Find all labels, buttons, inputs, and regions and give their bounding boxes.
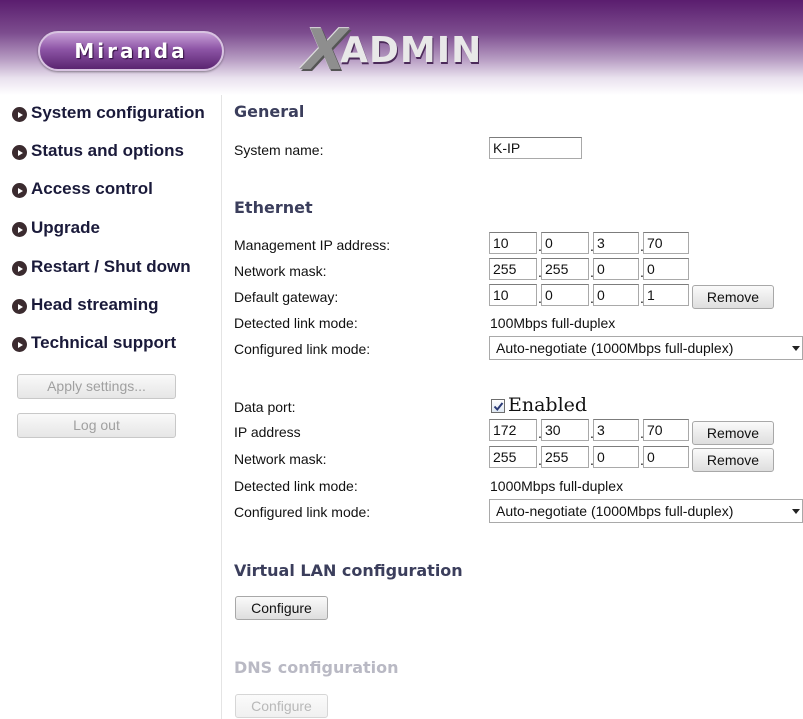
management-ip-label: Management IP address:	[234, 237, 391, 253]
data-netmask-octet-3[interactable]: 0	[593, 446, 639, 468]
checkmark-icon	[493, 401, 503, 411]
data-port-enabled-checkbox[interactable]	[491, 399, 505, 413]
mgmt-ip-octet-3[interactable]: 3	[593, 232, 639, 254]
arrow-bullet-icon	[12, 107, 27, 122]
data-detected-link-value: 1000Mbps full-duplex	[490, 478, 624, 494]
app-header: Miranda X ADMIN	[0, 0, 803, 95]
ethernet-configured-link-label: Configured link mode:	[234, 341, 371, 357]
ethernet-link-mode-select[interactable]: Auto-negotiate (1000Mbps full-duplex)	[489, 336, 803, 360]
data-ip-label: IP address	[234, 424, 301, 440]
select-value: Auto-negotiate (1000Mbps full-duplex)	[496, 340, 734, 356]
enabled-checkbox-label: Enabled	[508, 394, 588, 416]
netmask-octet-3[interactable]: 0	[593, 258, 639, 280]
arrow-bullet-icon	[12, 222, 27, 237]
sidebar-item-upgrade[interactable]: Upgrade	[12, 217, 100, 239]
remove-data-ip-button[interactable]: Remove	[692, 421, 774, 445]
remove-gateway-button[interactable]: Remove	[692, 285, 774, 309]
gateway-octet-2[interactable]: 0	[541, 284, 589, 306]
ethernet-netmask-label: Network mask:	[234, 263, 327, 279]
log-out-button[interactable]: Log out	[17, 413, 176, 438]
data-configured-link-label: Configured link mode:	[234, 504, 371, 520]
brand-name: Miranda	[74, 39, 188, 63]
default-gateway-label: Default gateway:	[234, 289, 339, 305]
sidebar-item-restart-shut-down[interactable]: Restart / Shut down	[12, 256, 191, 278]
sidebar-item-status-and-options[interactable]: Status and options	[12, 140, 184, 162]
ethernet-section-title: Ethernet	[234, 198, 313, 217]
mgmt-ip-octet-2[interactable]: 0	[541, 232, 589, 254]
data-ip-octet-3[interactable]: 3	[593, 419, 639, 441]
sidebar-item-technical-support[interactable]: Technical support	[12, 332, 176, 354]
netmask-octet-2[interactable]: 255	[541, 258, 589, 280]
gateway-octet-4[interactable]: 1	[643, 284, 689, 306]
arrow-bullet-icon	[12, 183, 27, 198]
remove-data-netmask-button[interactable]: Remove	[692, 448, 774, 472]
xadmin-logo: X ADMIN	[295, 18, 483, 83]
data-netmask-octet-2[interactable]: 255	[541, 446, 589, 468]
data-link-mode-select[interactable]: Auto-negotiate (1000Mbps full-duplex)	[489, 499, 803, 523]
sidebar-item-head-streaming[interactable]: Head streaming	[12, 294, 159, 316]
ethernet-detected-link-value: 100Mbps full-duplex	[490, 315, 616, 331]
data-ip-octet-2[interactable]: 30	[541, 419, 589, 441]
arrow-bullet-icon	[12, 261, 27, 276]
dropdown-arrow-icon	[792, 346, 800, 351]
mgmt-ip-octet-1[interactable]: 10	[489, 232, 537, 254]
apply-settings-button[interactable]: Apply settings...	[17, 374, 176, 399]
system-name-label: System name:	[234, 142, 324, 158]
sidebar: System configuration Status and options …	[0, 95, 222, 719]
netmask-octet-1[interactable]: 255	[489, 258, 537, 280]
sidebar-item-label: System configuration	[31, 103, 205, 122]
dropdown-arrow-icon	[792, 509, 800, 514]
sidebar-item-label: Technical support	[31, 333, 177, 352]
vlan-section-title: Virtual LAN configuration	[234, 561, 463, 580]
data-netmask-label: Network mask:	[234, 451, 327, 467]
miranda-logo: Miranda	[38, 31, 224, 71]
general-section-title: General	[234, 102, 305, 121]
sidebar-item-system-configuration[interactable]: System configuration	[12, 102, 205, 124]
data-netmask-octet-1[interactable]: 255	[489, 446, 537, 468]
data-netmask-octet-4[interactable]: 0	[643, 446, 689, 468]
sidebar-item-label: Access control	[31, 179, 153, 198]
dns-section-title: DNS configuration	[234, 658, 399, 677]
arrow-bullet-icon	[12, 299, 27, 314]
sidebar-item-label: Upgrade	[31, 218, 100, 237]
sidebar-item-label: Head streaming	[31, 295, 159, 314]
gateway-octet-1[interactable]: 10	[489, 284, 537, 306]
dns-configure-button[interactable]: Configure	[235, 694, 328, 718]
arrow-bullet-icon	[12, 145, 27, 160]
data-ip-octet-4[interactable]: 70	[643, 419, 689, 441]
data-ip-octet-1[interactable]: 172	[489, 419, 537, 441]
vlan-configure-button[interactable]: Configure	[235, 596, 328, 620]
system-name-input[interactable]: K-IP	[489, 137, 582, 159]
select-value: Auto-negotiate (1000Mbps full-duplex)	[496, 503, 734, 519]
netmask-octet-4[interactable]: 0	[643, 258, 689, 280]
data-detected-link-label: Detected link mode:	[234, 478, 358, 494]
sidebar-item-label: Status and options	[31, 141, 184, 160]
arrow-bullet-icon	[12, 337, 27, 352]
data-port-label: Data port:	[234, 399, 296, 415]
sidebar-item-access-control[interactable]: Access control	[12, 178, 153, 200]
ethernet-detected-link-label: Detected link mode:	[234, 315, 358, 331]
gateway-octet-3[interactable]: 0	[593, 284, 639, 306]
sidebar-item-label: Restart / Shut down	[31, 257, 191, 276]
mgmt-ip-octet-4[interactable]: 70	[643, 232, 689, 254]
product-logo-text: ADMIN	[340, 30, 483, 71]
